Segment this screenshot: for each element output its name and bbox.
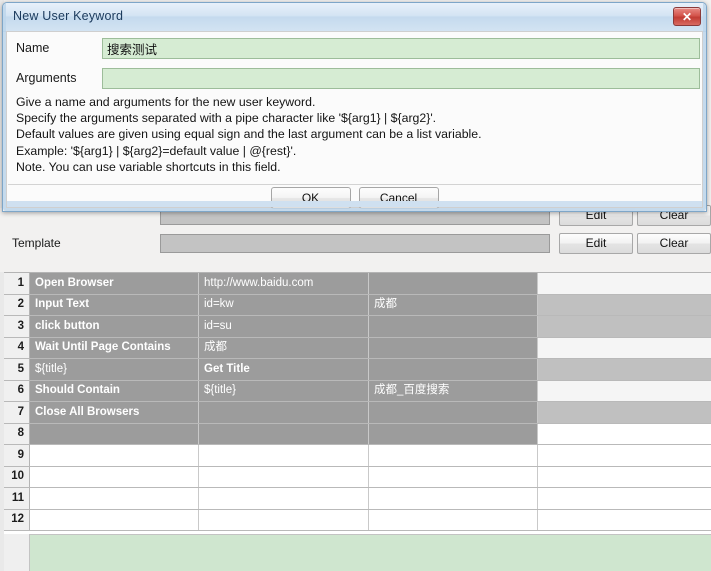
- table-cell[interactable]: [30, 509, 199, 530]
- row-number[interactable]: 9: [4, 445, 30, 466]
- table-row[interactable]: 4 Wait Until Page Contains 成都: [4, 337, 711, 359]
- table-row[interactable]: 6 Should Contain ${title} 成都_百度搜索: [4, 380, 711, 402]
- arguments-input[interactable]: [102, 67, 700, 89]
- settings-area: Edit Clear Template Edit Clear: [0, 204, 711, 272]
- name-label: Name: [16, 41, 50, 55]
- dialog-separator: [8, 184, 701, 185]
- table-cell[interactable]: 成都_百度搜索: [369, 380, 538, 401]
- table-cell[interactable]: [199, 402, 369, 423]
- table-cell[interactable]: Open Browser: [30, 273, 199, 294]
- table-cell[interactable]: [538, 294, 711, 315]
- table-cell[interactable]: Should Contain: [30, 380, 199, 401]
- table-cell[interactable]: [538, 445, 711, 466]
- dialog-title: New User Keyword: [13, 9, 124, 23]
- template-field[interactable]: [160, 233, 550, 253]
- grid-footer-area: [4, 534, 711, 571]
- table-cell[interactable]: click button: [30, 316, 199, 337]
- table-cell[interactable]: [538, 509, 711, 530]
- table-cell[interactable]: [538, 488, 711, 509]
- table-cell[interactable]: [30, 445, 199, 466]
- dialog-help-text: Give a name and arguments for the new us…: [16, 95, 482, 174]
- table-cell[interactable]: 成都: [199, 337, 369, 358]
- template-edit-button[interactable]: Edit: [559, 232, 633, 254]
- table-cell[interactable]: Wait Until Page Contains: [30, 337, 199, 358]
- table-cell[interactable]: [199, 509, 369, 530]
- table-cell[interactable]: id=su: [199, 316, 369, 337]
- table-row[interactable]: 2 Input Text id=kw 成都: [4, 294, 711, 316]
- table-cell[interactable]: [369, 402, 538, 423]
- table-cell[interactable]: [538, 316, 711, 337]
- row-number[interactable]: 11: [4, 488, 30, 509]
- table-cell[interactable]: [369, 423, 538, 444]
- table-row[interactable]: 10: [4, 466, 711, 488]
- table-row[interactable]: 9: [4, 445, 711, 467]
- row-number[interactable]: 5: [4, 359, 30, 380]
- name-field-row: Name 搜索测试: [7, 34, 702, 62]
- arguments-label: Arguments: [16, 71, 77, 85]
- arguments-field-row: Arguments: [7, 64, 702, 92]
- table-cell[interactable]: id=kw: [199, 294, 369, 315]
- setting-row-template: Template Edit Clear: [0, 230, 711, 256]
- table-cell[interactable]: [369, 466, 538, 487]
- table-cell[interactable]: [538, 380, 711, 401]
- table-row[interactable]: 11: [4, 488, 711, 510]
- table-cell[interactable]: [199, 488, 369, 509]
- keyword-grid[interactable]: 1 Open Browser http://www.baidu.com 2 Input …: [4, 272, 711, 534]
- row-number[interactable]: 8: [4, 423, 30, 444]
- table-cell[interactable]: [30, 423, 199, 444]
- table-cell[interactable]: [369, 509, 538, 530]
- row-number[interactable]: 1: [4, 273, 30, 294]
- dialog-bottom-strip: [7, 201, 702, 207]
- table-row[interactable]: 5 ${title} Get Title: [4, 359, 711, 381]
- row-number[interactable]: 7: [4, 402, 30, 423]
- dialog-titlebar[interactable]: New User Keyword ✕: [3, 3, 706, 32]
- template-clear-button[interactable]: Clear: [637, 232, 711, 254]
- table-row[interactable]: 8: [4, 423, 711, 445]
- table-cell[interactable]: [538, 273, 711, 294]
- table-cell[interactable]: [199, 423, 369, 444]
- table-cell[interactable]: [369, 359, 538, 380]
- setting-label-template: Template: [12, 236, 61, 250]
- table-cell[interactable]: [538, 402, 711, 423]
- table-cell[interactable]: [538, 337, 711, 358]
- table-cell[interactable]: [538, 423, 711, 444]
- table-cell[interactable]: http://www.baidu.com: [199, 273, 369, 294]
- grid-footer-gutter: [4, 534, 30, 571]
- table-cell[interactable]: 成都: [369, 294, 538, 315]
- row-number[interactable]: 10: [4, 466, 30, 487]
- table-cell[interactable]: [30, 488, 199, 509]
- row-number[interactable]: 12: [4, 509, 30, 530]
- name-input[interactable]: 搜索测试: [102, 37, 700, 59]
- row-number[interactable]: 3: [4, 316, 30, 337]
- table-cell[interactable]: [538, 359, 711, 380]
- table-cell[interactable]: [369, 488, 538, 509]
- table-cell[interactable]: [369, 273, 538, 294]
- table-row[interactable]: 1 Open Browser http://www.baidu.com: [4, 273, 711, 295]
- table-cell[interactable]: ${title}: [30, 359, 199, 380]
- row-number[interactable]: 4: [4, 337, 30, 358]
- row-number[interactable]: 2: [4, 294, 30, 315]
- table-cell[interactable]: [369, 316, 538, 337]
- row-number[interactable]: 6: [4, 380, 30, 401]
- table-cell[interactable]: [369, 445, 538, 466]
- table-cell[interactable]: Close All Browsers: [30, 402, 199, 423]
- table-cell[interactable]: [369, 337, 538, 358]
- table-row[interactable]: 7 Close All Browsers: [4, 402, 711, 424]
- table-cell[interactable]: [30, 466, 199, 487]
- table-cell[interactable]: [538, 466, 711, 487]
- close-icon[interactable]: ✕: [673, 7, 701, 26]
- table-cell[interactable]: ${title}: [199, 380, 369, 401]
- table-cell[interactable]: Get Title: [199, 359, 369, 380]
- table-row[interactable]: 3 click button id=su: [4, 316, 711, 338]
- dialog-body: Name 搜索测试 Arguments Give a name and argu…: [6, 31, 703, 209]
- table-cell[interactable]: Input Text: [30, 294, 199, 315]
- new-user-keyword-dialog: New User Keyword ✕ Name 搜索测试 Arguments G…: [2, 2, 707, 212]
- table-row[interactable]: 12: [4, 509, 711, 531]
- table-cell[interactable]: [199, 445, 369, 466]
- table-cell[interactable]: [199, 466, 369, 487]
